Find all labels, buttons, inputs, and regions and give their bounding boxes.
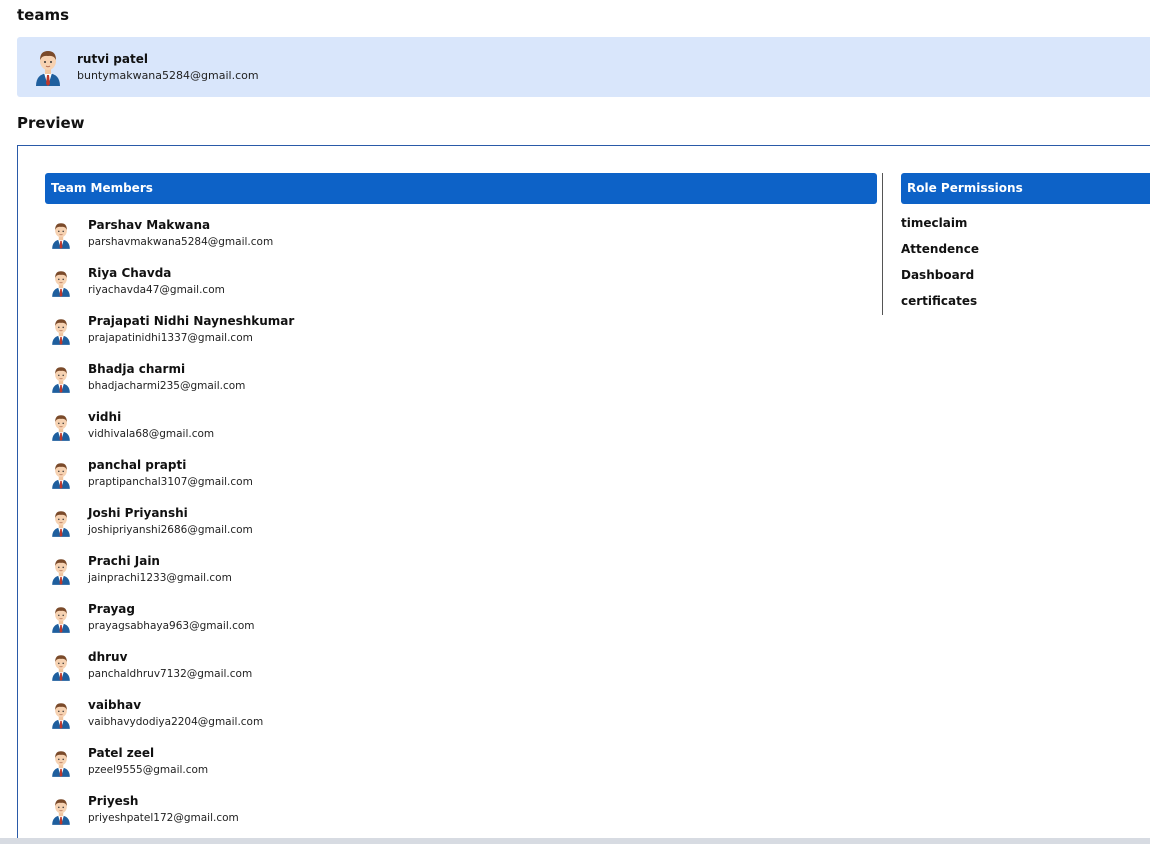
permission-list: timeclaim Attendence Dashboard certificates (901, 214, 979, 318)
team-member-row[interactable]: vaibhav vaibhavydodiya2204@gmail.com (46, 696, 866, 744)
permission-item: timeclaim (901, 216, 968, 230)
preview-title: Preview (17, 114, 85, 132)
member-name: Prajapati Nidhi Nayneshkumar (88, 314, 295, 328)
team-member-row[interactable]: Prayag prayagsabhaya963@gmail.com (46, 600, 866, 648)
team-member-row[interactable]: Riya Chavda riyachavda47@gmail.com (46, 264, 866, 312)
team-member-row[interactable]: Bhadja charmi bhadjacharmi235@gmail.com (46, 360, 866, 408)
member-name: Bhadja charmi (88, 362, 186, 376)
permission-item: certificates (901, 294, 978, 308)
team-member-row[interactable]: vidhi vidhivala68@gmail.com (46, 408, 866, 456)
member-email: priyeshpatel172@gmail.com (88, 812, 239, 824)
member-name: dhruv (88, 650, 128, 664)
member-email: pzeel9555@gmail.com (88, 764, 209, 776)
user-avatar-icon (50, 604, 72, 634)
member-name: Parshav Makwana (88, 218, 211, 232)
member-name: Patel zeel (88, 746, 155, 760)
horizontal-scrollbar[interactable] (0, 838, 1150, 844)
owner-name: rutvi patel (77, 52, 148, 66)
user-avatar-icon (50, 412, 72, 442)
member-email: parshavmakwana5284@gmail.com (88, 236, 274, 248)
permission-item: Dashboard (901, 268, 975, 282)
user-avatar-icon (50, 220, 72, 250)
member-name: Priyesh (88, 794, 139, 808)
user-avatar-icon (50, 796, 72, 826)
user-avatar-icon (50, 364, 72, 394)
owner-card[interactable]: rutvi patel buntymakwana5284@gmail.com (17, 37, 1150, 97)
team-member-row[interactable]: Prajapati Nidhi Nayneshkumar prajapatinid… (46, 312, 866, 360)
member-email: vaibhavydodiya2204@gmail.com (88, 716, 264, 728)
user-avatar-icon (50, 508, 72, 538)
user-avatar-icon (50, 556, 72, 586)
permission-item: Attendence (901, 242, 979, 256)
member-name: panchal prapti (88, 458, 187, 472)
member-name: Riya Chavda (88, 266, 172, 280)
user-avatar-icon (33, 48, 63, 86)
team-member-list: Parshav Makwana parshavmakwana5284@gmail.… (46, 216, 866, 840)
user-avatar-icon (50, 700, 72, 730)
team-member-row[interactable]: Parshav Makwana parshavmakwana5284@gmail.… (46, 216, 866, 264)
owner-email: buntymakwana5284@gmail.com (77, 69, 259, 82)
team-members-header: Team Members (45, 173, 877, 204)
team-member-row[interactable]: panchal prapti praptipanchal3107@gmail.co… (46, 456, 866, 504)
member-email: prajapatinidhi1337@gmail.com (88, 332, 253, 344)
user-avatar-icon (50, 652, 72, 682)
member-email: praptipanchal3107@gmail.com (88, 476, 253, 488)
user-avatar-icon (50, 268, 72, 298)
member-name: vidhi (88, 410, 122, 424)
member-email: bhadjacharmi235@gmail.com (88, 380, 246, 392)
user-avatar-icon (50, 748, 72, 778)
team-member-row[interactable]: dhruv panchaldhruv7132@gmail.com (46, 648, 866, 696)
role-permissions-header: Role Permissions (901, 173, 1150, 204)
member-name: Prachi Jain (88, 554, 160, 568)
member-email: panchaldhruv7132@gmail.com (88, 668, 253, 680)
teams-title: teams (17, 6, 70, 24)
member-name: Joshi Priyanshi (88, 506, 188, 520)
member-email: riyachavda47@gmail.com (88, 284, 225, 296)
member-email: vidhivala68@gmail.com (88, 428, 215, 440)
member-email: prayagsabhaya963@gmail.com (88, 620, 255, 632)
team-member-row[interactable]: Prachi Jain jainprachi1233@gmail.com (46, 552, 866, 600)
member-name: Prayag (88, 602, 135, 616)
team-member-row[interactable]: Priyesh priyeshpatel172@gmail.com (46, 792, 866, 840)
member-name: vaibhav (88, 698, 142, 712)
column-divider (882, 173, 883, 315)
team-member-row[interactable]: Patel zeel pzeel9555@gmail.com (46, 744, 866, 792)
member-email: jainprachi1233@gmail.com (88, 572, 232, 584)
preview-panel: Team Members Role Permissions Parshav Ma… (17, 145, 1150, 844)
member-email: joshipriyanshi2686@gmail.com (88, 524, 253, 536)
user-avatar-icon (50, 460, 72, 490)
team-member-row[interactable]: Joshi Priyanshi joshipriyanshi2686@gmail.… (46, 504, 866, 552)
user-avatar-icon (50, 316, 72, 346)
